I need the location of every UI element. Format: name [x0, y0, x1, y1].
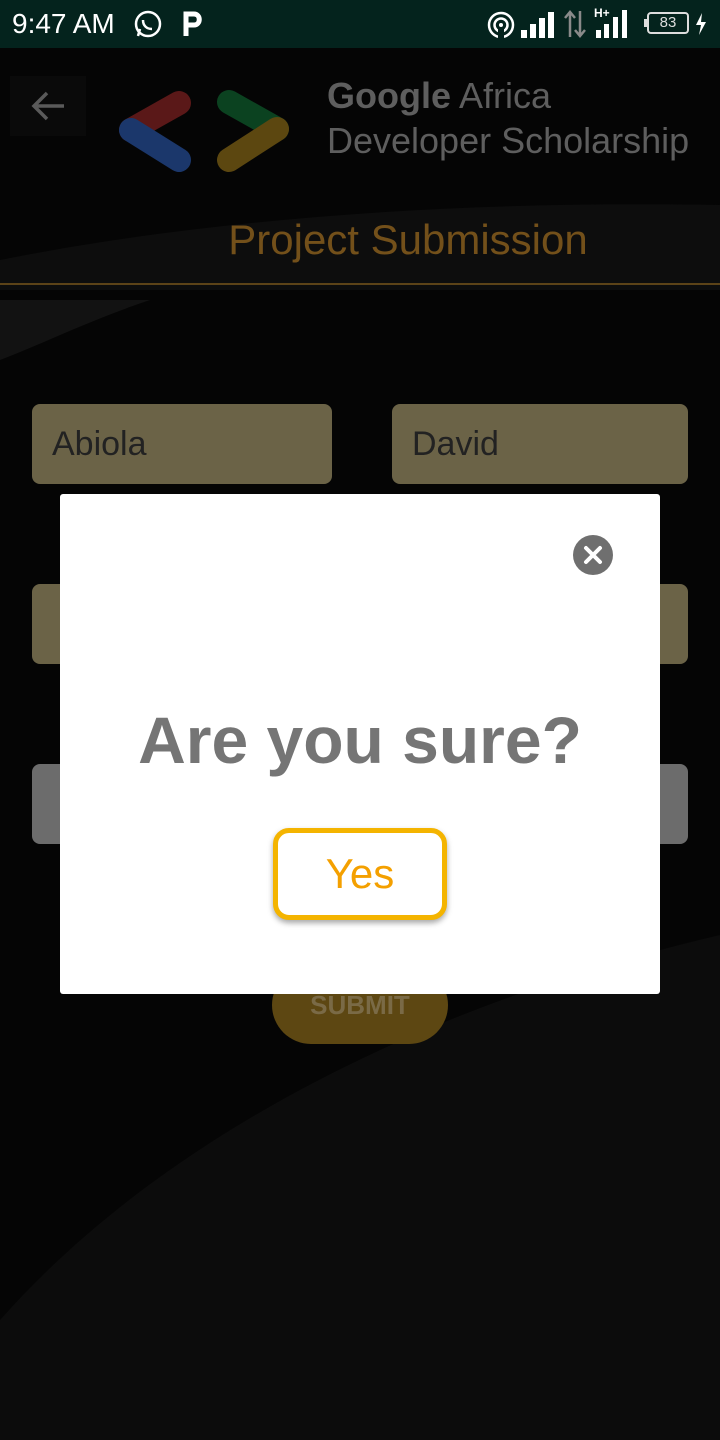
- charging-icon: [696, 13, 706, 35]
- status-bar: 9:47 AM H+ 83: [0, 0, 720, 48]
- first-name-field[interactable]: Abiola: [32, 404, 332, 484]
- close-button[interactable]: [573, 535, 613, 575]
- arrow-left-icon: [31, 91, 64, 121]
- whatsapp-icon: [134, 10, 162, 38]
- signal-icon: [521, 12, 554, 38]
- data-transfer-icon: [564, 10, 586, 38]
- status-time: 9:47 AM: [12, 8, 115, 39]
- back-button[interactable]: [10, 76, 86, 136]
- title-divider: [0, 283, 720, 285]
- yes-button[interactable]: Yes: [273, 828, 447, 920]
- app-screen: 9:47 AM H+ 83 Google Africa Developer Sc…: [0, 0, 720, 1440]
- battery-icon: 83: [644, 12, 689, 34]
- confirm-dialog: Are you sure? Yes: [60, 494, 660, 994]
- hotspot-icon: [487, 11, 515, 40]
- brand-subtitle: Developer Scholarship: [327, 120, 690, 161]
- parking-icon: [183, 11, 202, 36]
- brand-google: Google: [327, 75, 451, 116]
- page-title: Project Submission: [228, 216, 588, 263]
- close-icon: [584, 546, 602, 564]
- brand-title: Google Africa: [327, 76, 551, 116]
- dialog-title: Are you sure?: [138, 703, 582, 777]
- signal-hplus-icon: H+: [594, 6, 627, 38]
- google-developers-logo: [119, 90, 289, 172]
- svg-text:H+: H+: [594, 6, 610, 20]
- brand-region: Africa: [451, 75, 552, 116]
- last-name-field[interactable]: David: [392, 404, 688, 484]
